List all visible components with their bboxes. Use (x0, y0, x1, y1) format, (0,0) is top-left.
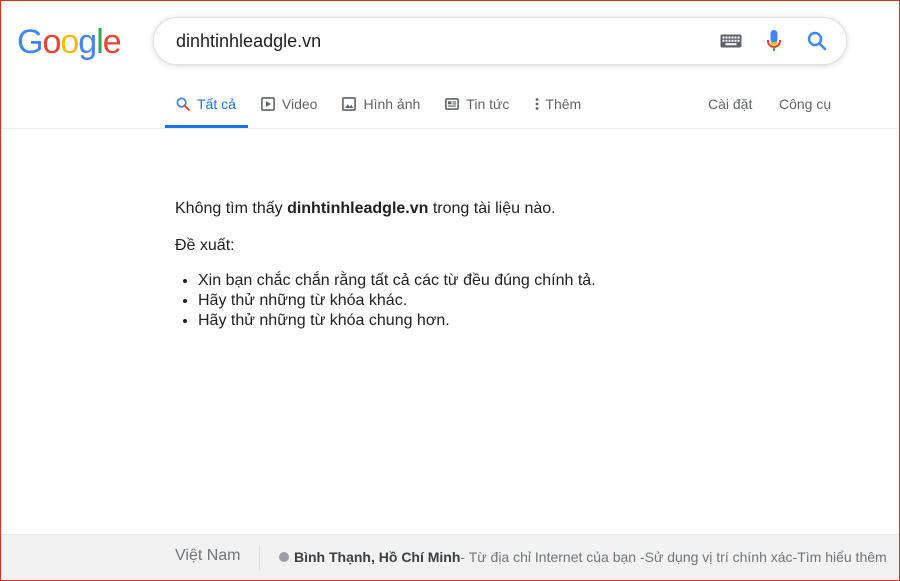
no-results-prefix: Không tìm thấy (175, 200, 288, 217)
more-vertical-icon (533, 96, 541, 112)
no-results-suffix: trong tài liệu nào. (428, 200, 556, 217)
search-icon[interactable] (805, 29, 829, 53)
location-dot-icon (279, 552, 289, 562)
google-logo[interactable]: Google (17, 22, 122, 62)
play-icon (260, 96, 276, 112)
tab-news[interactable]: Tin tức (432, 84, 521, 124)
logo-letter: g (78, 23, 97, 61)
location-place: Bình Thạnh, Hồ Chí Minh (294, 549, 461, 565)
footer-country: Việt Nam (175, 547, 241, 564)
footer-divider (259, 545, 260, 571)
logo-letter: G (17, 23, 43, 61)
settings-link[interactable]: Cài đặt (708, 96, 752, 112)
search-box[interactable] (153, 17, 847, 65)
tab-label: Video (281, 96, 318, 112)
image-icon (341, 96, 357, 112)
news-icon (444, 96, 460, 112)
header-divider (0, 128, 900, 129)
learn-more-link[interactable]: Tìm hiểu thêm (797, 549, 886, 565)
tab-label: Thêm (545, 96, 582, 112)
footer-location: Bình Thạnh, Hồ Chí Minh - Từ địa chỉ Int… (279, 549, 887, 565)
keyboard-icon[interactable] (719, 29, 743, 53)
suggestions-title: Đề xuất: (175, 237, 235, 254)
search-icon (175, 96, 191, 112)
microphone-icon[interactable] (762, 29, 786, 53)
no-results-message: Không tìm thấy dinhtinhleadgle.vn trong … (175, 198, 835, 220)
tools-link[interactable]: Công cụ (779, 96, 831, 112)
footer: Việt Nam Bình Thạnh, Hồ Chí Minh - Từ đị… (0, 534, 900, 581)
tab-video[interactable]: Video (248, 84, 330, 124)
suggestion-item: Hãy thử những từ khóa khác. (198, 291, 835, 311)
search-input[interactable] (176, 18, 696, 64)
suggestions-list: Xin bạn chắc chắn rằng tất cả các từ đều… (175, 271, 835, 331)
logo-letter: o (60, 23, 79, 61)
suggestion-item: Hãy thử những từ khóa chung hơn. (198, 311, 835, 331)
search-tabs: Tất cả Video Hình ảnh Tin tức Thêm (165, 84, 593, 128)
tab-label: Tất cả (197, 96, 236, 112)
no-results-panel: Không tìm thấy dinhtinhleadgle.vn trong … (175, 198, 835, 331)
logo-letter: e (102, 23, 122, 61)
suggestion-item: Xin bạn chắc chắn rằng tất cả các từ đều… (198, 271, 835, 291)
tab-label: Tin tức (466, 96, 510, 112)
no-results-query: dinhtinhleadgle.vn (287, 200, 429, 217)
tab-images[interactable]: Hình ảnh (329, 84, 432, 124)
tab-more[interactable]: Thêm (521, 84, 593, 124)
tab-label: Hình ảnh (363, 96, 421, 112)
precise-location-link[interactable]: Sử dụng vị trí chính xác (645, 549, 793, 565)
tab-all[interactable]: Tất cả (165, 84, 248, 128)
logo-letter: o (42, 23, 61, 61)
location-source: - Từ địa chỉ Internet của bạn - (460, 549, 645, 565)
